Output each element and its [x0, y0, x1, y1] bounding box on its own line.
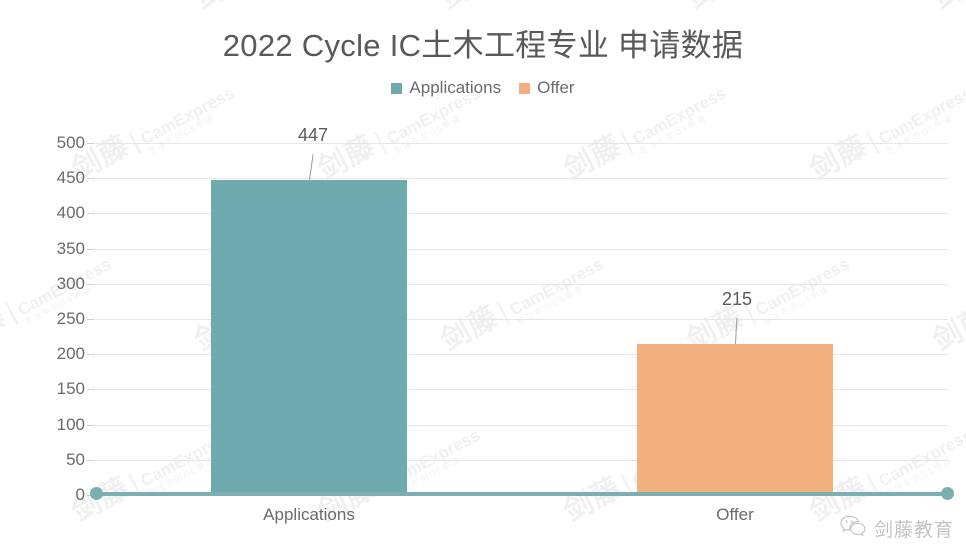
baseline-series-line	[96, 492, 948, 496]
watermark: 剑藤|CamExpress专注牛剑G5申请	[678, 0, 857, 21]
y-axis-tick-mark	[87, 389, 95, 391]
y-axis-tick-mark	[87, 213, 95, 215]
legend-item-applications[interactable]: Applications	[391, 78, 501, 98]
y-axis-tick-mark	[87, 459, 95, 461]
wechat-icon	[840, 515, 866, 542]
corner-brand-badge: 剑藤教育	[840, 515, 954, 542]
data-label-leader-line	[309, 154, 314, 181]
gridline	[96, 178, 948, 180]
x-axis-label-offer: Offer	[716, 505, 754, 524]
y-axis-tick-mark	[87, 178, 95, 180]
watermark: 剑藤|CamExpress专注牛剑G5申请	[0, 0, 119, 21]
legend-label-offer: Offer	[537, 78, 575, 97]
y-axis-tick-mark	[87, 143, 95, 144]
y-axis-tick-label: 50	[66, 449, 85, 469]
chart-container: 剑藤 | CamExpress 专注牛剑G5申请 剑藤 | CamExpress 专注牛剑G5…	[0, 0, 966, 554]
y-axis-tick-mark	[87, 319, 95, 320]
y-axis-tick-label: 300	[56, 273, 85, 293]
watermark: 剑藤|CamExpress专注牛剑G5申请	[186, 0, 365, 21]
y-axis-tick-label: 350	[56, 238, 85, 258]
data-label-leader-line	[735, 317, 738, 344]
watermark: 剑藤|CamExpress专注牛剑G5申请	[432, 0, 611, 21]
y-axis-tick-label: 200	[56, 344, 85, 364]
chart-title: 2022 Cycle IC土木工程专业 申请数据	[222, 28, 744, 63]
plot-area: 500 450 400 350 300 250 200 150 100 50 0 447 215	[57, 125, 954, 504]
y-axis-tick-label: 0	[75, 485, 85, 504]
corner-badge-label: 剑藤教育	[873, 520, 954, 541]
legend-item-offer[interactable]: Offer	[519, 78, 575, 98]
x-axis-label-applications: Applications	[263, 505, 355, 524]
y-axis-tick-mark	[87, 354, 95, 356]
y-axis-tick-label: 500	[56, 133, 85, 152]
baseline-marker-right	[941, 487, 954, 500]
y-axis-tick-label: 150	[56, 379, 85, 399]
legend-label-applications: Applications	[409, 78, 502, 97]
baseline-marker-left	[90, 487, 103, 500]
gridline	[96, 143, 948, 144]
y-axis-tick-label: 250	[56, 309, 85, 328]
bar-value-label: 215	[721, 288, 753, 309]
legend-swatch-applications	[391, 82, 403, 94]
chart-legend: Applications Offer	[0, 78, 966, 98]
bar-value-label: 447	[297, 125, 329, 146]
legend-swatch-offer	[519, 82, 531, 94]
y-axis-tick-mark	[87, 283, 95, 285]
y-axis-tick-mark	[87, 424, 95, 426]
y-axis-tick-label: 450	[56, 168, 85, 188]
bar-applications[interactable]	[211, 180, 407, 495]
y-axis-tick-label: 400	[56, 203, 85, 223]
x-axis-labels: Applications Offer	[96, 505, 948, 535]
y-axis-tick-mark	[87, 248, 95, 250]
y-axis-tick-label: 100	[56, 414, 85, 434]
bar-offer[interactable]	[637, 343, 833, 495]
watermark: 剑藤|CamExpress专注牛剑G5申请	[924, 0, 966, 21]
